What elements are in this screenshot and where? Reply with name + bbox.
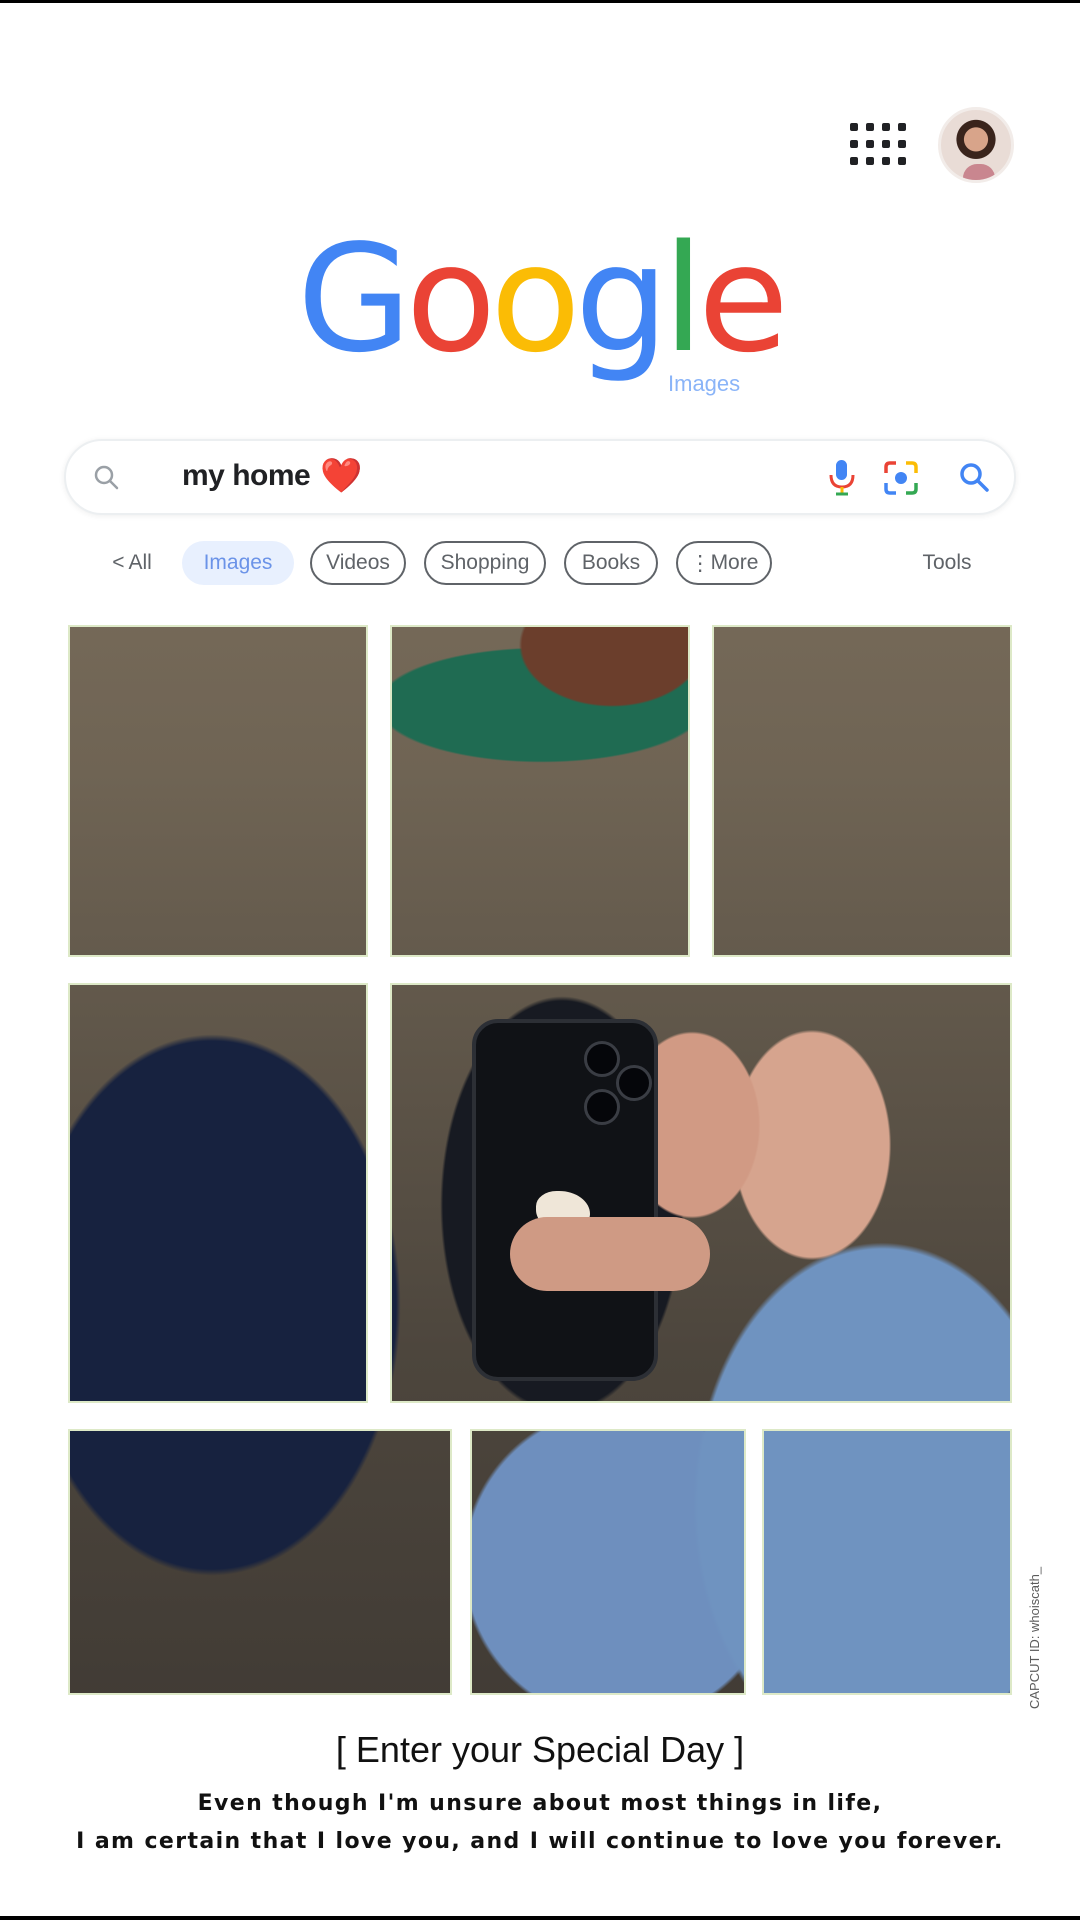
mic-icon[interactable]	[824, 457, 860, 502]
logo-letter: g	[574, 213, 669, 385]
apps-grid-icon[interactable]	[848, 119, 908, 169]
image-result[interactable]	[68, 983, 368, 1403]
tab-videos[interactable]: Videos	[310, 541, 406, 585]
image-result[interactable]	[470, 1429, 746, 1695]
logo-subtitle: Images	[668, 371, 741, 396]
search-bar[interactable]: my home ❤️	[64, 439, 1016, 515]
search-input[interactable]: my home ❤️	[182, 457, 363, 495]
image-result[interactable]	[68, 625, 368, 957]
tab-images[interactable]: Images	[182, 541, 294, 585]
chevron-left-icon: <	[112, 551, 125, 574]
logo-letter: e	[697, 213, 789, 385]
caption-line: I am certain that I love you, and I will…	[76, 1829, 1004, 1854]
image-result[interactable]	[712, 625, 1012, 957]
tools-button[interactable]: Tools	[912, 541, 982, 585]
search-query: my home	[182, 459, 311, 492]
caption-title: [ Enter your Special Day ]	[335, 1729, 745, 1770]
image-result[interactable]	[390, 625, 690, 957]
avatar[interactable]	[938, 107, 1014, 183]
logo-letter: o	[405, 213, 497, 385]
image-result[interactable]	[762, 1429, 1012, 1695]
tab-label: More	[710, 551, 759, 574]
logo-letter: l	[662, 213, 704, 385]
hand-in-photo	[510, 1217, 710, 1291]
tab-label: All	[128, 551, 152, 574]
image-result[interactable]	[68, 1429, 452, 1695]
tab-more[interactable]: ⋮ More	[676, 541, 772, 585]
search-submit-icon[interactable]	[956, 459, 992, 500]
tab-all[interactable]: < All	[100, 541, 164, 585]
tab-shopping[interactable]: Shopping	[424, 541, 546, 585]
heart-emoji: ❤️	[320, 457, 363, 495]
more-dots-icon: ⋮	[689, 551, 711, 575]
image-result[interactable]	[390, 983, 1012, 1403]
logo-letter: G	[297, 213, 412, 385]
google-logo: Google	[0, 225, 1080, 373]
search-icon	[92, 463, 122, 498]
watermark: CAPCUT ID: whoiscath_	[1027, 1566, 1042, 1709]
caption-line: Even though I'm unsure about most things…	[197, 1791, 883, 1816]
lens-icon[interactable]	[882, 459, 920, 502]
phone-in-photo	[472, 1019, 658, 1381]
logo-letter: o	[490, 213, 581, 385]
search-tabs: < All Images Videos Shopping Books ⋮ Mor…	[0, 541, 1080, 589]
page: Google Images my home ❤️ < All Images Vi…	[0, 3, 1080, 1916]
tab-books[interactable]: Books	[564, 541, 658, 585]
